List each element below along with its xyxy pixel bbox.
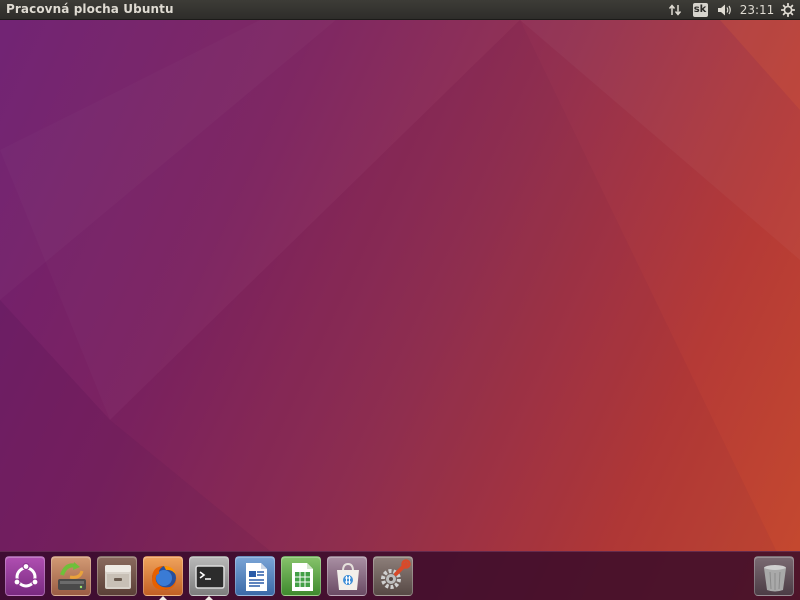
terminal-icon xyxy=(195,565,225,589)
top-panel: Pracovná plocha Ubuntu sk 23:11 xyxy=(0,0,800,20)
window-title: Pracovná plocha Ubuntu xyxy=(6,2,174,16)
dash-home-button[interactable] xyxy=(5,556,45,596)
network-transfer-icon[interactable] xyxy=(664,0,686,20)
terminal-button[interactable] xyxy=(189,556,229,596)
volume-icon[interactable] xyxy=(714,0,736,20)
system-backup-button[interactable] xyxy=(51,556,91,596)
software-center-button[interactable] xyxy=(327,556,367,596)
firefox-running-indicator xyxy=(159,596,167,600)
terminal-running-indicator xyxy=(205,596,213,600)
firefox-icon xyxy=(152,566,177,590)
session-gear-icon[interactable] xyxy=(778,0,798,20)
calc-spreadsheet-icon xyxy=(292,563,313,591)
trash-can-icon xyxy=(764,565,786,592)
keyboard-layout-label: sk xyxy=(692,3,708,17)
file-cabinet-icon xyxy=(105,565,131,589)
wallpaper xyxy=(0,20,800,600)
libreoffice-writer-button[interactable] xyxy=(235,556,275,596)
clock-indicator[interactable]: 23:11 xyxy=(739,0,775,20)
trash-button[interactable] xyxy=(754,556,794,596)
system-settings-button[interactable] xyxy=(373,556,413,596)
firefox-button[interactable] xyxy=(143,556,183,596)
clock-label: 23:11 xyxy=(739,3,775,17)
files-button[interactable] xyxy=(97,556,137,596)
settings-wrench-gear-icon xyxy=(381,559,411,589)
shopping-bag-icon xyxy=(337,562,359,590)
libreoffice-calc-button[interactable] xyxy=(281,556,321,596)
keyboard-layout-indicator[interactable]: sk xyxy=(690,0,710,20)
writer-document-icon xyxy=(246,563,267,591)
ubuntu-logo-icon xyxy=(13,562,39,588)
backup-restore-icon xyxy=(58,562,86,590)
desktop[interactable]: Pracovná plocha Ubuntu sk 23:11 xyxy=(0,0,800,600)
launcher-bar xyxy=(0,551,800,600)
